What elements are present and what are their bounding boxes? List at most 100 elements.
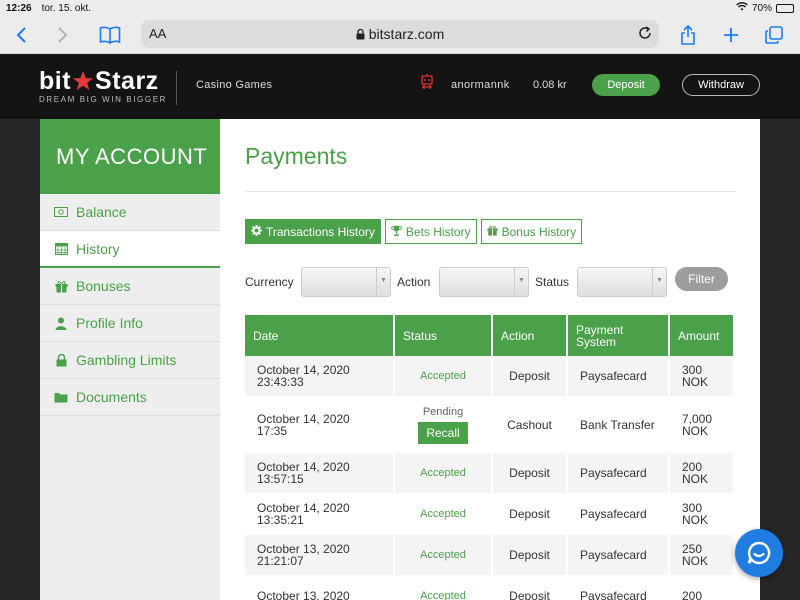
sidebar-item-profile-info[interactable]: Profile Info bbox=[40, 305, 220, 342]
money-icon bbox=[54, 205, 68, 219]
tab-bets-history[interactable]: Bets History bbox=[384, 219, 477, 244]
table-row: October 14, 2020 23:43:33 Accepted Depos… bbox=[245, 356, 735, 397]
table-header-row: Date Status Action Payment System Amount bbox=[245, 315, 735, 356]
live-chat-button[interactable] bbox=[735, 529, 783, 577]
sidebar-item-bonuses[interactable]: Bonuses bbox=[40, 268, 220, 305]
forward-button[interactable] bbox=[50, 22, 76, 48]
withdraw-button[interactable]: Withdraw bbox=[682, 74, 760, 96]
page-title: Payments bbox=[245, 143, 348, 169]
cell-amount: 300 NOK bbox=[670, 494, 735, 535]
cell-payment-system: Paysafecard bbox=[568, 576, 670, 600]
cell-payment-system: Paysafecard bbox=[568, 535, 670, 576]
payments-panel: Payments Transactions History Bets Histo… bbox=[220, 119, 760, 600]
tab-transactions-history[interactable]: Transactions History bbox=[245, 219, 381, 244]
cell-action: Cashout bbox=[493, 397, 568, 453]
sidebar-item-label: Gambling Limits bbox=[76, 352, 177, 368]
action-select[interactable]: ▼ bbox=[439, 267, 529, 297]
status-badge: Accepted bbox=[420, 590, 466, 600]
cell-amount: 250 NOK bbox=[670, 535, 735, 576]
status-indicators: 70% bbox=[736, 2, 794, 14]
sidebar-item-history[interactable]: History bbox=[40, 231, 220, 268]
casino-games-link[interactable]: Casino Games bbox=[196, 79, 272, 91]
logo-text-bit: bit bbox=[39, 67, 72, 95]
title-divider bbox=[245, 191, 735, 192]
user-icon bbox=[54, 316, 68, 330]
sidebar-item-balance[interactable]: Balance bbox=[40, 194, 220, 231]
clock: 12:26 bbox=[6, 2, 32, 14]
cell-action: Deposit bbox=[493, 576, 568, 600]
background-left bbox=[0, 119, 40, 600]
robot-avatar-icon[interactable] bbox=[420, 73, 434, 96]
cell-amount: 200 bbox=[670, 576, 735, 600]
browser-toolbar: AA bitstarz.com bbox=[0, 16, 800, 54]
col-status: Status bbox=[395, 315, 493, 356]
bitstarz-logo[interactable]: bit Starz DREAM BIG WIN BIGGER bbox=[39, 68, 167, 104]
sidebar-item-label: Documents bbox=[76, 389, 147, 405]
sidebar-item-label: History bbox=[76, 240, 120, 257]
trophy-icon bbox=[391, 225, 402, 239]
chevron-down-icon: ▼ bbox=[652, 268, 666, 296]
cell-status: Accepted bbox=[395, 576, 493, 600]
tabs-button[interactable] bbox=[761, 22, 787, 48]
status-badge: Accepted bbox=[420, 549, 466, 561]
background-right bbox=[760, 119, 800, 600]
new-tab-button[interactable] bbox=[718, 22, 744, 48]
table-row: October 14, 2020 13:35:21 Accepted Depos… bbox=[245, 494, 735, 535]
share-button[interactable] bbox=[675, 22, 701, 48]
cell-status: Accepted bbox=[395, 356, 493, 397]
filter-button[interactable]: Filter bbox=[675, 267, 728, 291]
filter-bar: Currency ▼ Action ▼ Status ▼ Filter bbox=[245, 267, 745, 297]
account-sidebar: MY ACCOUNT Balance History Bonuses Profi… bbox=[40, 119, 220, 600]
date: tor. 15. okt. bbox=[41, 2, 92, 14]
col-payment-system: Payment System bbox=[568, 315, 670, 356]
cell-action: Deposit bbox=[493, 356, 568, 397]
lock-icon bbox=[356, 28, 365, 40]
star-icon bbox=[72, 70, 94, 91]
reload-icon[interactable] bbox=[637, 25, 653, 46]
cell-date: October 14, 2020 13:35:21 bbox=[245, 494, 395, 535]
cell-amount: 200 NOK bbox=[670, 453, 735, 494]
username[interactable]: anormannk bbox=[451, 79, 510, 91]
currency-label: Currency bbox=[245, 275, 294, 289]
table-row: October 13, 2020 21:21:07 Accepted Depos… bbox=[245, 535, 735, 576]
back-button[interactable] bbox=[8, 22, 34, 48]
status-select[interactable]: ▼ bbox=[577, 267, 667, 297]
cell-status: Accepted bbox=[395, 535, 493, 576]
lock-icon bbox=[54, 353, 68, 367]
sidebar-item-label: Balance bbox=[76, 204, 127, 220]
cell-status: Pending Recall bbox=[395, 397, 493, 453]
account-balance: 0.08 kr bbox=[533, 79, 567, 91]
sidebar-item-gambling-limits[interactable]: Gambling Limits bbox=[40, 342, 220, 379]
cell-date: October 13, 2020 bbox=[245, 576, 395, 600]
action-label: Action bbox=[397, 275, 431, 289]
bookmarks-button[interactable] bbox=[97, 22, 123, 48]
chevron-right-icon bbox=[58, 27, 68, 43]
logo-wordmark: bit Starz bbox=[39, 68, 167, 94]
gear-icon bbox=[251, 224, 262, 239]
history-tabs: Transactions History Bets History Bonus … bbox=[245, 219, 583, 244]
cell-status: Accepted bbox=[395, 494, 493, 535]
tab-bonus-history[interactable]: Bonus History bbox=[480, 219, 583, 244]
chevron-down-icon: ▼ bbox=[514, 268, 528, 296]
cell-payment-system: Bank Transfer bbox=[568, 397, 670, 453]
table-row: October 14, 2020 17:35 Pending Recall Ca… bbox=[245, 397, 735, 453]
sidebar-item-documents[interactable]: Documents bbox=[40, 379, 220, 416]
recall-button[interactable]: Recall bbox=[418, 421, 468, 444]
col-amount: Amount bbox=[670, 315, 735, 356]
cell-payment-system: Paysafecard bbox=[568, 494, 670, 535]
tab-label: Bets History bbox=[405, 224, 471, 239]
cell-date: October 13, 2020 21:21:07 bbox=[245, 535, 395, 576]
logo-text-starz: Starz bbox=[95, 67, 159, 95]
calendar-icon bbox=[54, 242, 68, 256]
battery-icon bbox=[776, 3, 794, 13]
cell-amount: 7,000 NOK bbox=[670, 397, 735, 453]
chevron-down-icon: ▼ bbox=[376, 268, 390, 296]
deposit-button[interactable]: Deposit bbox=[592, 74, 660, 96]
tabs-icon bbox=[765, 26, 783, 44]
url-label: bitstarz.com bbox=[368, 26, 445, 42]
address-bar[interactable]: AA bitstarz.com bbox=[141, 20, 659, 48]
share-icon bbox=[681, 25, 695, 45]
currency-select[interactable]: ▼ bbox=[301, 267, 391, 297]
status-label: Status bbox=[535, 275, 570, 289]
ios-status-bar: 12:26 tor. 15. okt. 70% bbox=[0, 0, 800, 16]
